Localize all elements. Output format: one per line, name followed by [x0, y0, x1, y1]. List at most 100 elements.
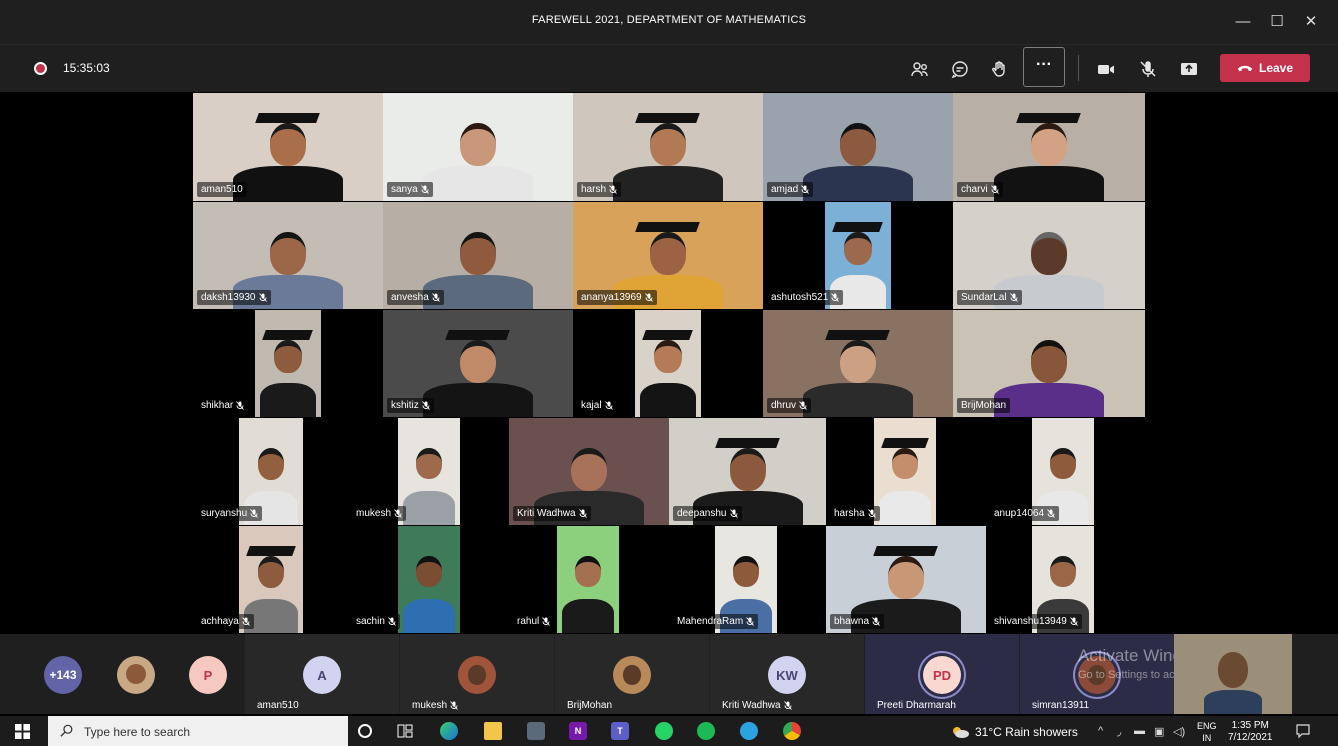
- video-tile[interactable]: anup14064: [986, 418, 1141, 525]
- strip-participant-tile[interactable]: mukesh: [400, 634, 554, 714]
- participant-face: [732, 555, 759, 588]
- file-explorer-icon[interactable]: [484, 722, 502, 740]
- tray-chevron-up-icon[interactable]: ^: [1098, 725, 1103, 737]
- video-tile[interactable]: BrijMohan: [953, 310, 1145, 417]
- windows-start-icon[interactable]: [15, 724, 30, 739]
- video-tile[interactable]: sachin: [348, 526, 508, 633]
- taskbar-clock[interactable]: 1:35 PM 7/12/2021: [1228, 720, 1273, 744]
- video-tile[interactable]: harsha: [826, 418, 986, 525]
- participant-name-tag: shikhar: [197, 398, 249, 413]
- mic-muted-icon: [421, 401, 430, 410]
- mic-muted-icon: [258, 293, 267, 302]
- participant-name-tag: harsha: [830, 506, 880, 521]
- video-tile[interactable]: aman510: [193, 93, 383, 201]
- strip-participant-tile[interactable]: Aaman510: [245, 634, 399, 714]
- notifications-icon[interactable]: [1296, 724, 1310, 738]
- chat-icon[interactable]: [946, 56, 974, 82]
- participant-name: suryanshu: [201, 508, 248, 519]
- video-tile[interactable]: achhaya: [193, 526, 348, 633]
- participant-face: [1049, 555, 1076, 588]
- onenote-icon[interactable]: N: [569, 722, 587, 740]
- video-tile[interactable]: kajal: [573, 310, 763, 417]
- participant-name-tag: Kriti Wadhwa: [513, 506, 591, 521]
- participant-avatar: KW: [768, 656, 806, 694]
- video-tile[interactable]: deepanshu: [669, 418, 826, 525]
- overflow-count-badge[interactable]: +143: [44, 656, 82, 694]
- whatsapp-icon[interactable]: [655, 722, 673, 740]
- teams-app-icon[interactable]: T: [611, 722, 629, 740]
- mic-muted-icon: [450, 701, 458, 710]
- participant-avatar: PD: [923, 656, 961, 694]
- video-tile[interactable]: Kriti Wadhwa: [509, 418, 669, 525]
- strip-participant-tile[interactable]: BrijMohan: [555, 634, 709, 714]
- mic-muted-icon: [394, 509, 402, 518]
- meet-now-icon[interactable]: ▣: [1154, 725, 1164, 738]
- video-tile[interactable]: shivanshu13949: [986, 526, 1141, 633]
- participant-face: [650, 231, 686, 276]
- strip-name-text: aman510: [257, 700, 299, 711]
- video-tile[interactable]: rahul: [509, 526, 669, 633]
- strip-participant-tile[interactable]: PD Preeti Dharmarah: [865, 634, 1019, 714]
- participant-avatar-photo[interactable]: [117, 656, 155, 694]
- participant-face: [1031, 231, 1067, 276]
- leave-label: Leave: [1258, 61, 1294, 75]
- participant-name: kshitiz: [391, 400, 419, 411]
- minimize-button[interactable]: —: [1228, 10, 1258, 34]
- telegram-icon[interactable]: [740, 722, 758, 740]
- video-tile[interactable]: suryanshu: [193, 418, 348, 525]
- strip-participant-name: Kriti Wadhwa: [722, 700, 792, 711]
- task-view-icon[interactable]: [397, 724, 413, 738]
- participant-face: [270, 123, 306, 167]
- camera-app-icon[interactable]: [527, 722, 545, 740]
- battery-icon[interactable]: ▬: [1134, 725, 1145, 737]
- strip-participant-tile[interactable]: KW Kriti Wadhwa: [710, 634, 864, 714]
- video-tile[interactable]: sanya: [383, 93, 573, 201]
- mic-muted-icon: [604, 401, 613, 410]
- strip-name-text: simran13911: [1032, 700, 1090, 711]
- raise-hand-icon[interactable]: [986, 56, 1014, 82]
- share-screen-icon[interactable]: [1175, 56, 1203, 82]
- video-tile[interactable]: charvi: [953, 93, 1145, 201]
- chrome-icon[interactable]: [783, 722, 801, 740]
- participant-face: [650, 123, 686, 167]
- mic-muted-icon: [799, 401, 807, 410]
- video-tile[interactable]: SundarLal: [953, 202, 1145, 309]
- input-language[interactable]: ENG IN: [1197, 720, 1217, 744]
- spotify-icon[interactable]: [697, 722, 715, 740]
- video-tile[interactable]: amjad: [763, 93, 953, 201]
- graduation-cap: [635, 221, 701, 232]
- participant-name: sachin: [356, 616, 385, 627]
- video-tile[interactable]: ashutosh521: [763, 202, 953, 309]
- participant-name-tag: anup14064: [990, 506, 1060, 521]
- weather-widget[interactable]: 31°C Rain showers: [950, 725, 1078, 739]
- leave-button[interactable]: Leave: [1220, 54, 1310, 82]
- participant-body: [423, 382, 533, 417]
- video-tile[interactable]: harsh: [573, 93, 763, 201]
- taskbar-search-box[interactable]: Type here to search: [48, 716, 348, 746]
- video-tile[interactable]: ananya13969: [573, 202, 763, 309]
- edge-browser-icon[interactable]: [440, 722, 458, 740]
- video-tile[interactable]: MahendraRam: [669, 526, 826, 633]
- more-actions-button[interactable]: ···: [1023, 47, 1065, 87]
- mic-muted-icon[interactable]: [1134, 56, 1162, 82]
- network-icon[interactable]: ◞: [1117, 725, 1121, 738]
- participant-name: BrijMohan: [961, 400, 1007, 411]
- close-button[interactable]: ✕: [1296, 10, 1326, 34]
- volume-icon[interactable]: ◁): [1173, 725, 1185, 738]
- video-tile[interactable]: bhawna: [826, 526, 986, 633]
- people-icon[interactable]: [906, 56, 934, 82]
- video-tile[interactable]: dhruv: [763, 310, 953, 417]
- camera-icon[interactable]: [1092, 56, 1120, 82]
- participant-name-tag: rahul: [513, 614, 555, 629]
- maximize-button[interactable]: ☐: [1262, 10, 1292, 34]
- video-tile[interactable]: daksh13930: [193, 202, 383, 309]
- participant-face: [274, 339, 302, 374]
- video-tile[interactable]: anvesha: [383, 202, 573, 309]
- video-tile[interactable]: mukesh: [348, 418, 508, 525]
- video-tile[interactable]: kshitiz: [383, 310, 573, 417]
- participant-avatar-p[interactable]: P: [189, 656, 227, 694]
- meeting-timer: 15:35:03: [63, 61, 110, 75]
- participant-name-tag: mukesh: [352, 506, 407, 521]
- cortana-icon[interactable]: [358, 724, 372, 738]
- video-tile[interactable]: shikhar: [193, 310, 383, 417]
